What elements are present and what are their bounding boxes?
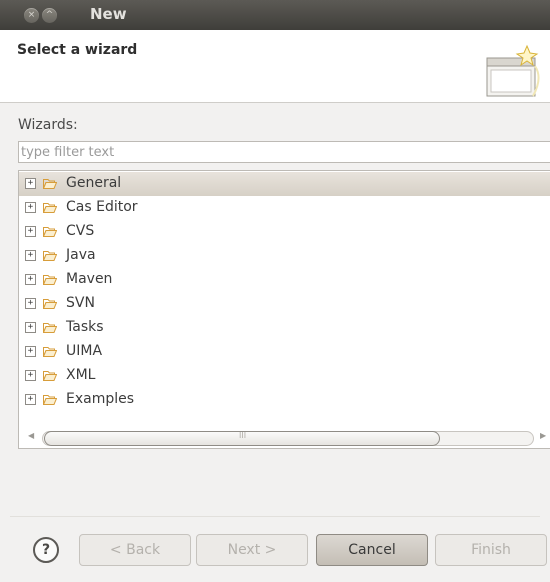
- grip-icon: III: [239, 431, 247, 440]
- tree-item-general[interactable]: + General: [19, 172, 550, 196]
- filter-input[interactable]: [19, 142, 550, 162]
- next-button[interactable]: Next >: [196, 534, 308, 566]
- horizontal-scrollbar[interactable]: ◀ III ▶: [20, 429, 550, 448]
- folder-icon: [43, 395, 57, 405]
- folder-icon: [43, 275, 57, 285]
- folder-icon: [43, 371, 57, 381]
- folder-icon: [43, 251, 57, 261]
- window-minimize-button[interactable]: ^: [42, 8, 57, 23]
- folder-icon: [43, 227, 57, 237]
- scroll-thumb[interactable]: III: [44, 431, 440, 446]
- tree-item-java[interactable]: + Java: [19, 244, 550, 268]
- help-button[interactable]: ?: [33, 537, 59, 563]
- tree-item-cvs[interactable]: + CVS: [19, 220, 550, 244]
- tree-item-label: Tasks: [66, 319, 104, 335]
- tree-item-label: General: [66, 175, 122, 191]
- close-icon: ×: [27, 10, 36, 20]
- cancel-button[interactable]: Cancel: [316, 534, 428, 566]
- help-icon: ?: [41, 542, 51, 558]
- tree-item-label: CVS: [66, 223, 95, 239]
- expand-icon[interactable]: +: [25, 394, 36, 405]
- tree-item-svn[interactable]: + SVN: [19, 292, 550, 316]
- filter-field[interactable]: [18, 141, 550, 163]
- tree-item-label: UIMA: [66, 343, 103, 359]
- tree-item-label: Java: [66, 247, 96, 263]
- tree-item-label: Cas Editor: [66, 199, 138, 215]
- tree-item-tasks[interactable]: + Tasks: [19, 316, 550, 340]
- expand-icon[interactable]: +: [25, 298, 36, 309]
- expand-icon[interactable]: +: [25, 226, 36, 237]
- minimize-icon: ^: [45, 10, 54, 20]
- folder-icon: [43, 299, 57, 309]
- tree-item-maven[interactable]: + Maven: [19, 268, 550, 292]
- expand-icon[interactable]: +: [25, 370, 36, 381]
- tree-item-xml[interactable]: + XML: [19, 364, 550, 388]
- folder-icon: [43, 203, 57, 213]
- tree-item-label: SVN: [66, 295, 95, 311]
- tree-item-uima[interactable]: + UIMA: [19, 340, 550, 364]
- wizard-header: Select a wizard: [0, 30, 550, 103]
- scroll-left-icon[interactable]: ◀: [28, 431, 34, 440]
- folder-icon: [43, 323, 57, 333]
- expand-icon[interactable]: +: [25, 202, 36, 213]
- expand-icon[interactable]: +: [25, 250, 36, 261]
- tree-item-label: Maven: [66, 271, 113, 287]
- expand-icon[interactable]: +: [25, 274, 36, 285]
- wizard-tree[interactable]: + General + Cas Editor + CVS + Java + Ma…: [18, 170, 550, 449]
- footer-divider: [10, 516, 540, 517]
- folder-icon: [43, 347, 57, 357]
- expand-icon[interactable]: +: [25, 346, 36, 357]
- tree-item-label: XML: [66, 367, 96, 383]
- wizards-label: Wizards:: [18, 117, 78, 133]
- finish-button[interactable]: Finish: [435, 534, 547, 566]
- back-button[interactable]: < Back: [79, 534, 191, 566]
- tree-item-label: Examples: [66, 391, 135, 407]
- page-title: Select a wizard: [17, 42, 138, 58]
- window-title: New: [90, 5, 127, 23]
- expand-icon[interactable]: +: [25, 178, 36, 189]
- window-titlebar[interactable]: × ^ New: [0, 0, 550, 30]
- tree-item-cas-editor[interactable]: + Cas Editor: [19, 196, 550, 220]
- scroll-right-icon[interactable]: ▶: [540, 431, 546, 440]
- new-wizard-icon: [486, 44, 540, 97]
- folder-icon: [43, 179, 57, 189]
- window-close-button[interactable]: ×: [24, 8, 39, 23]
- tree-item-examples[interactable]: + Examples: [19, 388, 550, 412]
- expand-icon[interactable]: +: [25, 322, 36, 333]
